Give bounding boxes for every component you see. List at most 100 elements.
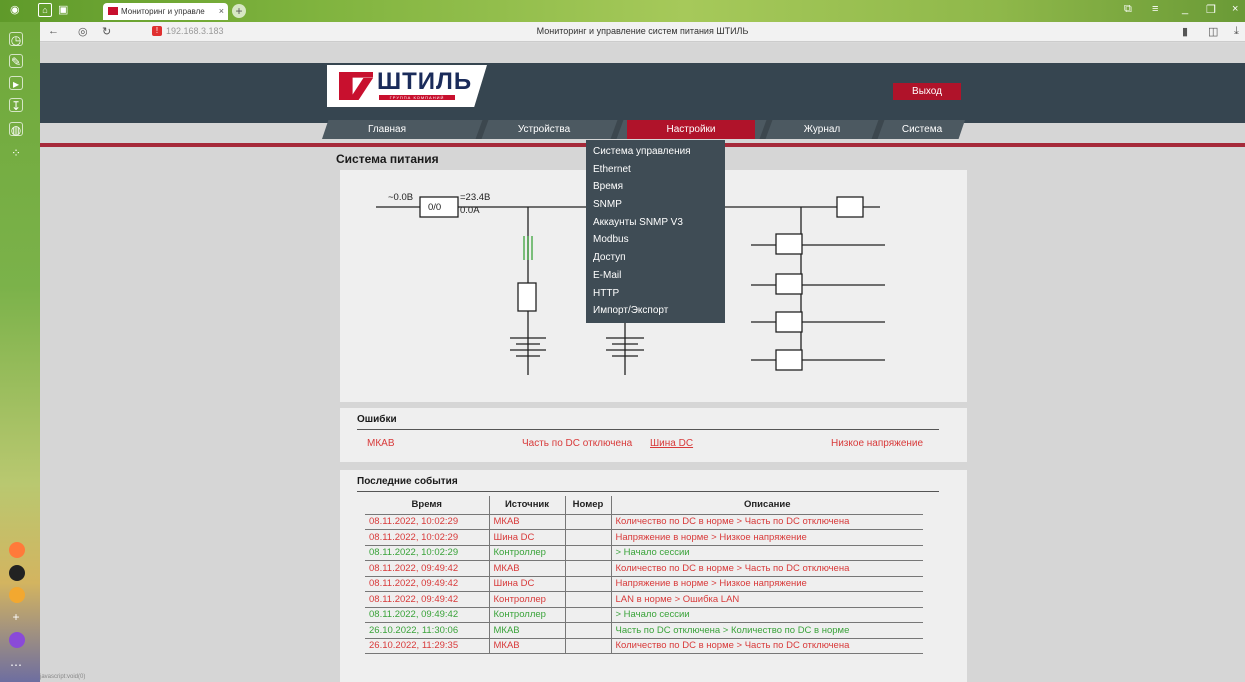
dropdown-item-http[interactable]: HTTP bbox=[586, 285, 725, 303]
event-number bbox=[565, 607, 612, 623]
dropdown-item-ethernet[interactable]: Ethernet bbox=[586, 161, 725, 179]
app-shortcut-icon[interactable] bbox=[9, 632, 25, 648]
dropdown-item-snmp-v3[interactable]: Аккаунты SNMP V3 bbox=[586, 214, 725, 232]
event-description: Напряжение в норме > Низкое напряжение bbox=[611, 529, 923, 546]
add-shortcut-icon[interactable]: + bbox=[9, 610, 23, 624]
dropdown-item-email[interactable]: E-Mail bbox=[586, 267, 725, 285]
shtil-logo[interactable]: ШТИЛЬ ГРУППА КОМПАНИЙ bbox=[327, 65, 487, 107]
error-source[interactable]: МКАВ bbox=[367, 438, 395, 449]
dropdown-item-import-export[interactable]: Импорт/Экспорт bbox=[586, 302, 725, 320]
apps-icon[interactable]: ⁘ bbox=[9, 146, 23, 160]
browser-tab[interactable]: Мониторинг и управле × bbox=[103, 3, 228, 20]
site-header bbox=[40, 63, 1245, 123]
notes-icon[interactable]: ✎ bbox=[9, 54, 23, 69]
power-system-title: Система питания bbox=[336, 152, 439, 166]
table-row: 26.10.2022, 11:30:06 МКАВ Часть по DC откл… bbox=[365, 622, 923, 639]
menu-separator bbox=[475, 120, 489, 139]
exit-button[interactable]: Выход bbox=[893, 83, 961, 100]
logo-subtitle: ГРУППА КОМПАНИЙ bbox=[379, 95, 455, 100]
menu-separator bbox=[871, 120, 885, 139]
event-number bbox=[565, 638, 612, 654]
split-view-icon[interactable]: ◫ bbox=[1208, 25, 1218, 38]
downloads-icon[interactable]: ↧ bbox=[9, 98, 23, 113]
menu-item-main[interactable]: Главная bbox=[342, 120, 432, 139]
event-source: Контроллер bbox=[489, 591, 566, 608]
error-message: Часть по DC отключена bbox=[522, 438, 633, 449]
extensions-icon[interactable]: ⧉ bbox=[1124, 3, 1132, 16]
dropdown-item-modbus[interactable]: Modbus bbox=[586, 231, 725, 249]
event-source: Шина DC bbox=[489, 576, 566, 592]
event-source: МКАВ bbox=[489, 622, 566, 639]
chat-icon[interactable]: ◍ bbox=[9, 122, 23, 137]
table-row: 08.11.2022, 09:49:42 Шина DC Напряжение в … bbox=[365, 576, 923, 592]
close-tab-icon[interactable]: × bbox=[219, 3, 224, 20]
menu-icon[interactable]: ≡ bbox=[1152, 3, 1158, 15]
restore-icon[interactable]: ❐ bbox=[1206, 3, 1216, 16]
app-shortcut-icon[interactable] bbox=[9, 587, 25, 603]
dropdown-item-control-system[interactable]: Система управления bbox=[586, 143, 725, 161]
output-current: 0.0А bbox=[460, 205, 480, 216]
error-source-2[interactable]: Шина DC bbox=[650, 438, 693, 449]
dropdown-item-time[interactable]: Время bbox=[586, 178, 725, 196]
app-shortcut-icon[interactable] bbox=[9, 565, 25, 581]
download-icon[interactable]: ⤓ bbox=[1234, 25, 1239, 38]
tabs-panel-icon[interactable]: ▣ bbox=[58, 3, 68, 16]
menu-item-journal[interactable]: Журнал bbox=[774, 120, 870, 139]
event-description: Напряжение в норме > Низкое напряжение bbox=[611, 576, 923, 592]
table-row: 08.11.2022, 10:02:29 МКАВ Количество по DC… bbox=[365, 514, 923, 530]
error-message-2: Низкое напряжение bbox=[831, 438, 924, 449]
browser-sidebar: ◷ ✎ ▸ ↧ ◍ ⁘ + ⋯ bbox=[0, 22, 40, 682]
event-description: LAN в норме > Ошибка LAN bbox=[611, 591, 923, 608]
web-page: ШТИЛЬ ГРУППА КОМПАНИЙ Выход Главная Устр… bbox=[40, 43, 1245, 682]
table-header-row: Время Источник Номер Описание bbox=[365, 496, 923, 515]
home-icon[interactable]: ⌂ bbox=[38, 3, 52, 17]
address-bar: ← ◎ ↻ ! 192.168.3.183 Мониторинг и управ… bbox=[40, 22, 1245, 42]
event-time: 08.11.2022, 09:49:42 bbox=[365, 560, 490, 577]
event-number bbox=[565, 576, 612, 592]
menu-separator bbox=[610, 120, 624, 139]
event-time: 08.11.2022, 10:02:29 bbox=[365, 529, 490, 546]
event-time: 08.11.2022, 10:02:29 bbox=[365, 545, 490, 561]
history-icon[interactable]: ◷ bbox=[9, 32, 23, 47]
table-row: 08.11.2022, 10:02:29 Шина DC Напряжение в … bbox=[365, 529, 923, 546]
logo-mark-icon bbox=[349, 78, 373, 100]
event-description: Количество по DC в норме > Часть по DC о… bbox=[611, 638, 923, 654]
event-description: > Начало сессии bbox=[611, 545, 923, 561]
event-number bbox=[565, 529, 612, 546]
events-title: Последние события bbox=[357, 476, 458, 487]
new-tab-icon[interactable]: + bbox=[232, 4, 246, 18]
play-icon[interactable]: ▸ bbox=[9, 76, 23, 91]
bookmark-icon[interactable]: ▮ bbox=[1182, 25, 1188, 38]
event-time: 08.11.2022, 10:02:29 bbox=[365, 514, 490, 530]
table-row: 08.11.2022, 10:02:29 Контроллер > Начало с… bbox=[365, 545, 923, 561]
table-row: 08.11.2022, 09:49:42 Контроллер LAN в норм… bbox=[365, 591, 923, 608]
column-header-description: Описание bbox=[611, 496, 923, 515]
column-header-number: Номер bbox=[565, 496, 612, 515]
app-shortcut-icon[interactable] bbox=[9, 542, 25, 558]
dropdown-item-snmp[interactable]: SNMP bbox=[586, 196, 725, 214]
settings-dropdown: Система управления Ethernet Время SNMP А… bbox=[586, 140, 725, 323]
event-source: Шина DC bbox=[489, 529, 566, 546]
close-window-icon[interactable]: × bbox=[1232, 3, 1238, 15]
menu-item-settings[interactable]: Настройки bbox=[627, 120, 755, 139]
event-source: Контроллер bbox=[489, 545, 566, 561]
more-icon[interactable]: ⋯ bbox=[9, 658, 23, 672]
browser-profile-icon[interactable]: ◉ bbox=[10, 3, 20, 16]
event-time: 26.10.2022, 11:29:35 bbox=[365, 638, 490, 654]
event-number bbox=[565, 622, 612, 639]
event-time: 08.11.2022, 09:49:42 bbox=[365, 607, 490, 623]
output-voltage: =23.4В bbox=[460, 192, 491, 203]
event-time: 08.11.2022, 09:49:42 bbox=[365, 576, 490, 592]
event-source: МКАВ bbox=[489, 514, 566, 530]
event-number bbox=[565, 591, 612, 608]
dropdown-item-access[interactable]: Доступ bbox=[586, 249, 725, 267]
menu-item-system[interactable]: Система bbox=[887, 120, 957, 139]
errors-panel: Ошибки МКАВ Часть по DC отключена Шина D… bbox=[340, 408, 967, 462]
menu-item-devices[interactable]: Устройства bbox=[492, 120, 596, 139]
input-voltage: ~0.0В bbox=[388, 192, 414, 203]
minimize-icon[interactable]: _ bbox=[1182, 3, 1188, 15]
event-description: > Начало сессии bbox=[611, 607, 923, 623]
events-table: Время Источник Номер Описание 08.11.2022… bbox=[365, 496, 923, 654]
converter-label: 0/0 bbox=[428, 202, 442, 213]
main-menu: Главная Устройства Настройки Журнал Сист… bbox=[322, 120, 965, 139]
